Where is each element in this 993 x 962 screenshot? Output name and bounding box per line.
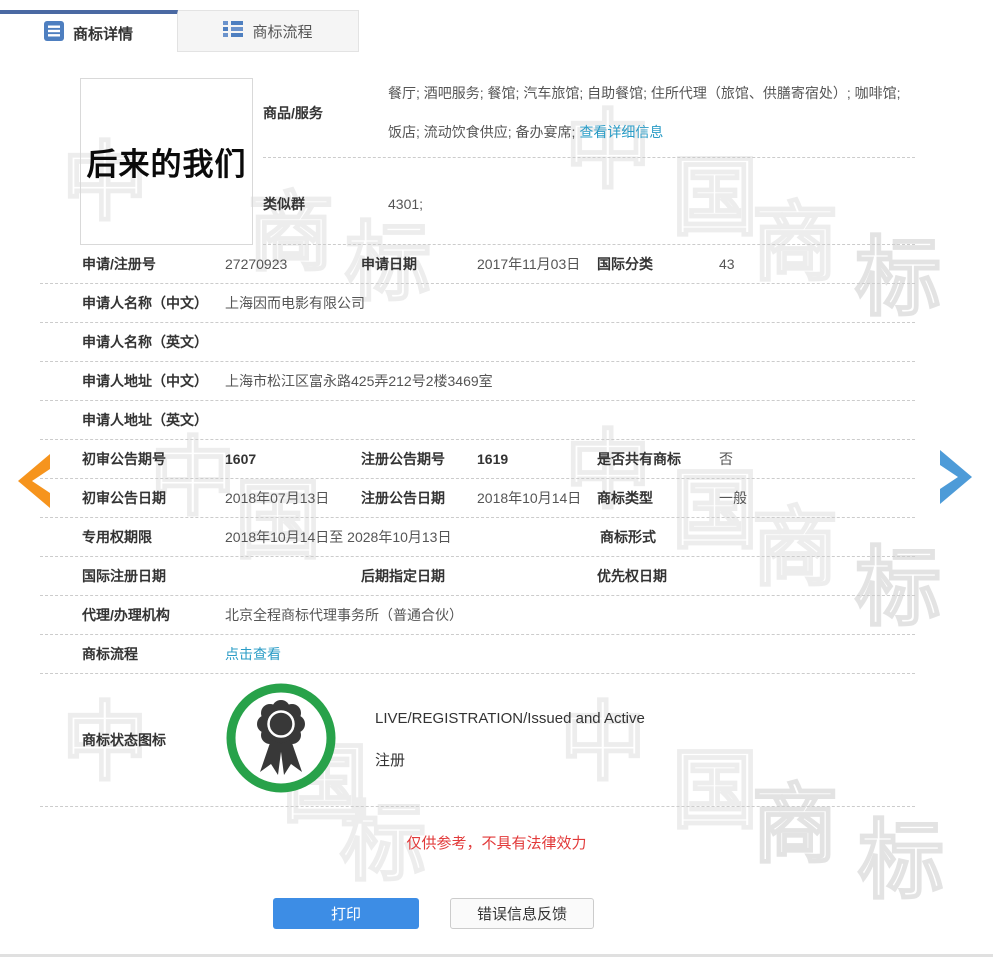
status-text: LIVE/REGISTRATION/Issued and Active 注册 xyxy=(375,710,645,770)
first-trial-date-value: 2018年07月13日 xyxy=(225,490,330,506)
trademark-name: 后来的我们 xyxy=(86,147,247,182)
trademark-image: 后来的我们 xyxy=(80,78,253,245)
applicant-en-label: 申请人名称（英文） xyxy=(82,334,208,350)
row-trademark-process: 商标流程 点击查看 xyxy=(40,635,915,674)
print-button[interactable]: 打印 xyxy=(273,898,419,929)
award-ribbon-icon xyxy=(225,682,337,799)
reg-no-label: 申请/注册号 xyxy=(82,256,156,272)
row-exclusive-period: 专用权期限 2018年10月14日至 2028年10月13日 商标形式 xyxy=(40,518,915,557)
row-agency: 代理/办理机构 北京全程商标代理事务所（普通合伙） xyxy=(40,596,915,635)
status-icon-label: 商标状态图标 xyxy=(82,732,166,748)
bottom-divider xyxy=(0,954,993,957)
status-line2: 注册 xyxy=(375,752,406,769)
exclusive-period-value: 2018年10月14日至 2028年10月13日 xyxy=(225,529,452,545)
row-announcement-dates: 初审公告日期 2018年07月13日 注册公告日期 2018年10月14日 商标… xyxy=(40,479,915,518)
address-cn-value: 上海市松江区富永路425弄212号2楼3469室 xyxy=(225,373,493,389)
chevron-right-icon xyxy=(938,450,974,510)
row-applicant-address-en: 申请人地址（英文） xyxy=(40,401,915,440)
trademark-detail-panel: 后来的我们 商品/服务 餐厅; 酒吧服务; 餐馆; 汽车旅馆; 自助餐馆; 住所… xyxy=(40,78,915,807)
goods-services-line1: 餐厅; 酒吧服务; 餐馆; 汽车旅馆; 自助餐馆; 住所代理（旅馆、供膳寄宿处）… xyxy=(388,85,901,101)
legal-disclaimer: 仅供参考，不具有法律效力 xyxy=(406,835,587,852)
tab-trademark-process-label: 商标流程 xyxy=(252,23,313,41)
reg-announce-no-label: 注册公告期号 xyxy=(361,451,445,467)
applicant-cn-label: 申请人名称（中文） xyxy=(82,295,208,311)
goods-services-line2: 饭店; 流动饮食供应; 备办宴席; 查看详细信息 xyxy=(388,125,915,140)
watermark-glyph: 标 xyxy=(857,813,945,909)
address-cn-label: 申请人地址（中文） xyxy=(82,373,208,389)
app-date-value: 2017年11月03日 xyxy=(477,256,581,272)
row-announcement-numbers: 初审公告期号 1607 注册公告期号 1619 是否共有商标 否 xyxy=(40,440,915,479)
mark-type-value: 一般 xyxy=(719,490,747,506)
next-record-button[interactable] xyxy=(938,448,974,511)
goods-services-line2-text: 饭店; 流动饮食供应; 备办宴席; xyxy=(388,124,580,141)
priority-date-label: 优先权日期 xyxy=(597,568,667,584)
row-applicant-name-en: 申请人名称（英文） xyxy=(40,323,915,362)
agency-label: 代理/办理机构 xyxy=(82,607,170,623)
top-right-fields: 商品/服务 餐厅; 酒吧服务; 餐馆; 汽车旅馆; 自助餐馆; 住所代理（旅馆、… xyxy=(263,78,915,245)
details-list-icon xyxy=(43,21,64,45)
status-line1: LIVE/REGISTRATION/Issued and Active xyxy=(375,710,645,727)
view-detail-link[interactable]: 查看详细信息 xyxy=(579,124,663,140)
later-designation-date-label: 后期指定日期 xyxy=(361,568,445,584)
agency-value: 北京全程商标代理事务所（普通合伙） xyxy=(225,607,463,623)
chevron-left-icon xyxy=(16,454,52,514)
address-en-label: 申请人地址（英文） xyxy=(82,412,208,428)
shared-mark-label: 是否共有商标 xyxy=(597,451,681,467)
reg-announce-no-value: 1619 xyxy=(477,451,509,467)
reg-no-value: 27270923 xyxy=(225,256,288,272)
mark-type-label: 商标类型 xyxy=(597,490,653,506)
error-feedback-button[interactable]: 错误信息反馈 xyxy=(450,898,594,929)
first-trial-date-label: 初审公告日期 xyxy=(82,490,166,506)
tab-trademark-details-label: 商标详情 xyxy=(72,25,133,43)
first-trial-no-value: 1607 xyxy=(225,451,257,467)
row-registration-number: 申请/注册号 27270923 申请日期 2017年11月03日 国际分类 43 xyxy=(40,245,915,284)
first-trial-no-label: 初审公告期号 xyxy=(82,451,166,467)
reg-announce-date-label: 注册公告日期 xyxy=(361,490,445,506)
shared-mark-value: 否 xyxy=(719,451,733,467)
row-trademark-status: 商标状态图标 LIVE/REGISTRATION/Issued and Acti… xyxy=(40,674,915,807)
goods-services-row: 商品/服务 餐厅; 酒吧服务; 餐馆; 汽车旅馆; 自助餐馆; 住所代理（旅馆、… xyxy=(263,78,915,158)
app-date-label: 申请日期 xyxy=(361,256,417,272)
tab-trademark-details[interactable]: 商标详情 xyxy=(0,10,178,52)
applicant-cn-value: 上海因而电影有限公司 xyxy=(225,295,365,311)
process-list-icon xyxy=(223,19,244,43)
row-international-dates: 国际注册日期 后期指定日期 优先权日期 xyxy=(40,557,915,596)
prev-record-button[interactable] xyxy=(16,452,52,515)
similar-group-label: 类似群 xyxy=(263,195,305,212)
similar-group-row: 类似群 4301; xyxy=(263,158,915,245)
exclusive-period-label: 专用权期限 xyxy=(82,529,152,545)
tab-trademark-process[interactable]: 商标流程 xyxy=(178,10,359,52)
intl-class-label: 国际分类 xyxy=(597,256,653,272)
intl-reg-date-label: 国际注册日期 xyxy=(82,568,166,584)
intl-class-value: 43 xyxy=(719,256,735,272)
click-to-view-link[interactable]: 点击查看 xyxy=(225,644,915,664)
process-label: 商标流程 xyxy=(82,646,138,662)
tab-bar: 商标详情 商标流程 xyxy=(0,10,359,52)
row-applicant-name-cn: 申请人名称（中文） 上海因而电影有限公司 xyxy=(40,284,915,323)
goods-services-label: 商品/服务 xyxy=(263,105,323,122)
reg-announce-date-value: 2018年10月14日 xyxy=(477,490,582,506)
top-section: 后来的我们 商品/服务 餐厅; 酒吧服务; 餐馆; 汽车旅馆; 自助餐馆; 住所… xyxy=(40,78,915,245)
goods-services-value: 餐厅; 酒吧服务; 餐馆; 汽车旅馆; 自助餐馆; 住所代理（旅馆、供膳寄宿处）… xyxy=(388,85,915,141)
row-applicant-address-cn: 申请人地址（中文） 上海市松江区富永路425弄212号2楼3469室 xyxy=(40,362,915,401)
mark-form-label: 商标形式 xyxy=(600,529,656,545)
similar-group-value: 4301; xyxy=(388,195,424,212)
status-badge xyxy=(225,682,375,799)
